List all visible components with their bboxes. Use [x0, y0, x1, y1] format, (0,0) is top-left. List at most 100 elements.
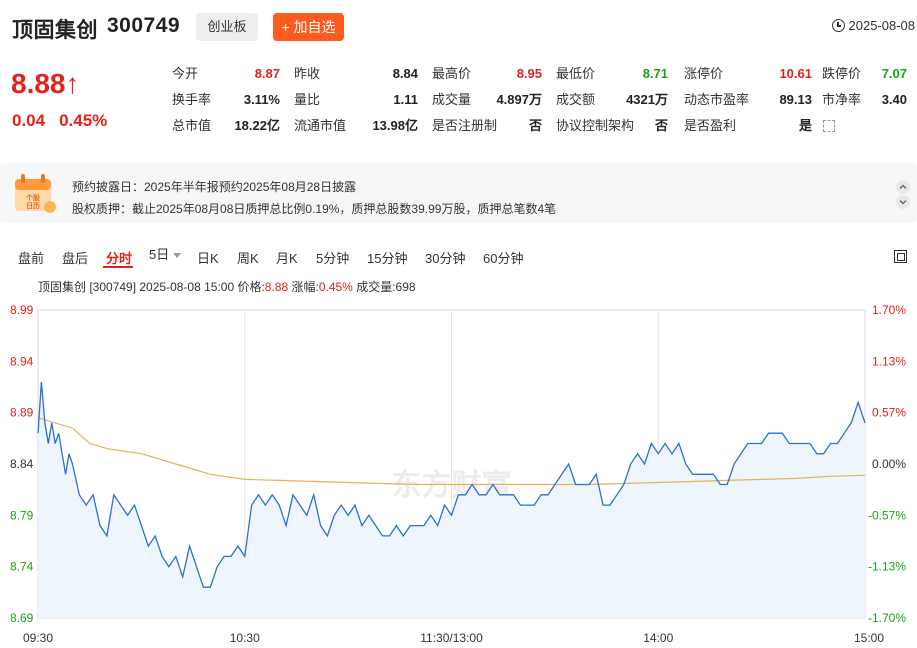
y-tick-label-left: 8.79 — [10, 508, 34, 522]
quote-cell: 协议控制架构 否 — [556, 116, 668, 136]
x-tick-label: 14:00 — [643, 631, 673, 645]
y-tick-label-right: -1.70% — [868, 611, 906, 625]
y-tick-label-left: 8.69 — [10, 611, 34, 625]
quote-label: 流通市值 — [294, 118, 347, 133]
quote-label: 跌停价 — [822, 66, 862, 81]
y-tick-label-left: 8.94 — [10, 354, 34, 368]
quote-cell: 量比 1.11 — [294, 90, 418, 110]
tab-5[interactable]: 周K — [237, 248, 259, 267]
quote-value: 10.61 — [779, 66, 812, 81]
quote-value: 是 — [798, 118, 812, 133]
add-watchlist-button[interactable]: + 加自选 — [273, 13, 344, 41]
quote-label: 量比 — [294, 92, 321, 107]
quote-label: 涨停价 — [684, 66, 724, 81]
quote-label: 市净率 — [822, 92, 862, 107]
y-tick-label-right: 1.13% — [872, 354, 906, 368]
stock-code: 300749 — [107, 14, 181, 37]
y-tick-label-left: 8.74 — [10, 560, 34, 574]
quote-value: 否 — [654, 118, 668, 133]
quote-cell: 是否盈利 是 — [684, 116, 812, 136]
expand-icon[interactable] — [823, 120, 835, 132]
quote-label: 换手率 — [172, 92, 212, 107]
quote-label: 协议控制架构 — [556, 118, 635, 133]
intraday-chart[interactable]: 东方财富8.99 1.70%8.94 1.13%8.89 0.57%8.84 0.00%… — [0, 290, 917, 648]
quote-value: 3.40 — [881, 92, 907, 107]
y-tick-label-right: 0.57% — [872, 406, 906, 420]
tab-9[interactable]: 30分钟 — [425, 248, 465, 267]
quote-label: 是否盈利 — [684, 118, 737, 133]
quote-cell: 换手率 3.11% — [172, 90, 280, 110]
quote-value: 4321万 — [626, 92, 668, 107]
tab-4[interactable]: 日K — [197, 248, 219, 267]
date-display: 2025-08-08 — [831, 18, 916, 33]
quote-label: 最低价 — [556, 66, 596, 81]
current-price: 8.88↑ — [11, 68, 80, 99]
quote-value: 89.13 — [779, 92, 812, 107]
change-percent: 0.45% — [59, 111, 108, 130]
quote-cell: 是否注册制 否 — [432, 116, 542, 136]
active-tab-indicator — [103, 266, 133, 268]
x-tick-label: 10:30 — [230, 631, 260, 645]
quote-cell: 总市值 18.22亿 — [172, 116, 280, 136]
tab-6[interactable]: 月K — [276, 248, 298, 267]
quote-value: 13.98亿 — [372, 118, 418, 133]
tab-0[interactable]: 盘前 — [18, 248, 44, 267]
quote-cell: 跌停价 7.07 — [822, 64, 907, 84]
calendar-icon: 个股 日历 — [15, 174, 56, 213]
notice-bar: 个股 日历 预约披露日：2025年半年报预约2025年08月28日披露 股权质押… — [0, 163, 917, 223]
y-tick-label-right: -0.57% — [868, 508, 906, 522]
tab-8[interactable]: 15分钟 — [367, 248, 407, 267]
quote-cell: 动态市盈率 89.13 — [684, 90, 812, 110]
y-tick-label-right: 1.70% — [872, 303, 906, 317]
caret-down-icon — [173, 253, 182, 259]
tab-2[interactable]: 分时 — [106, 248, 132, 267]
board-badge: 创业板 — [196, 13, 258, 41]
stock-header: 顶固集创 300749 创业板 + 加自选 2025-08-08 — [0, 0, 917, 52]
quote-value: 8.71 — [642, 66, 668, 81]
trade-date: 2025-08-08 — [848, 18, 916, 33]
tab-7[interactable]: 5分钟 — [316, 248, 349, 267]
tab-10[interactable]: 60分钟 — [483, 248, 523, 267]
quote-value: 1.11 — [393, 92, 418, 107]
stock-name: 顶固集创 — [12, 19, 98, 42]
quote-value: 4.897万 — [496, 92, 542, 107]
quote-label: 昨收 — [294, 66, 321, 81]
chart-period-tabs: 盘前 盘后 分时 5日 日K 周K 月K 5分钟 15分钟 30分钟 60分钟 — [0, 244, 917, 270]
collapse-icon[interactable] — [895, 179, 911, 209]
quote-value: 3.11% — [243, 92, 280, 107]
x-tick-label: 15:00 — [854, 631, 884, 645]
y-tick-label-left: 8.84 — [10, 457, 34, 471]
change-amount: 0.04 — [12, 111, 46, 130]
quote-label: 最高价 — [432, 66, 472, 81]
tab-3[interactable]: 5日 — [149, 247, 169, 262]
y-tick-label-left: 8.89 — [10, 406, 34, 420]
quote-cell: 昨收 8.84 — [294, 64, 418, 84]
quote-value: 否 — [528, 118, 542, 133]
fullscreen-icon[interactable] — [894, 250, 907, 263]
x-tick-label: 11:30/13:00 — [420, 631, 483, 645]
quote-panel: 8.88↑ 0.04 0.45% 今开 8.87 昨收 8.84 最高价 8.95 最低价 8.… — [0, 56, 917, 152]
quote-value: 7.07 — [881, 66, 907, 81]
tab-1[interactable]: 盘后 — [62, 248, 88, 267]
calendar-icon-label-1: 个股 — [25, 193, 41, 202]
quote-value: 8.87 — [254, 66, 280, 81]
x-tick-label: 09:30 — [23, 631, 53, 645]
quote-cell: 最高价 8.95 — [432, 64, 542, 84]
quote-cell: 市净率 3.40 — [822, 90, 907, 110]
quote-cell: 今开 8.87 — [172, 64, 280, 84]
quote-value: 8.84 — [392, 66, 418, 81]
quote-cell: 最低价 8.71 — [556, 64, 668, 84]
clock-icon — [831, 19, 845, 32]
disclosure-date-notice: 预约披露日：2025年半年报预约2025年08月28日披露 — [72, 180, 357, 194]
quote-label: 动态市盈率 — [684, 92, 750, 107]
quote-label: 是否注册制 — [432, 118, 498, 133]
tab-5day[interactable]: 5日 — [149, 244, 182, 263]
quote-label: 成交量 — [432, 92, 472, 107]
quote-cell: 流通市值 13.98亿 — [294, 116, 418, 136]
quote-value: 8.95 — [516, 66, 542, 81]
quote-label: 今开 — [172, 66, 199, 81]
quote-label: 总市值 — [172, 118, 212, 133]
price-change: 0.04 0.45% — [12, 111, 121, 131]
y-tick-label-right: -1.13% — [868, 560, 906, 574]
quote-label: 成交额 — [556, 92, 596, 107]
